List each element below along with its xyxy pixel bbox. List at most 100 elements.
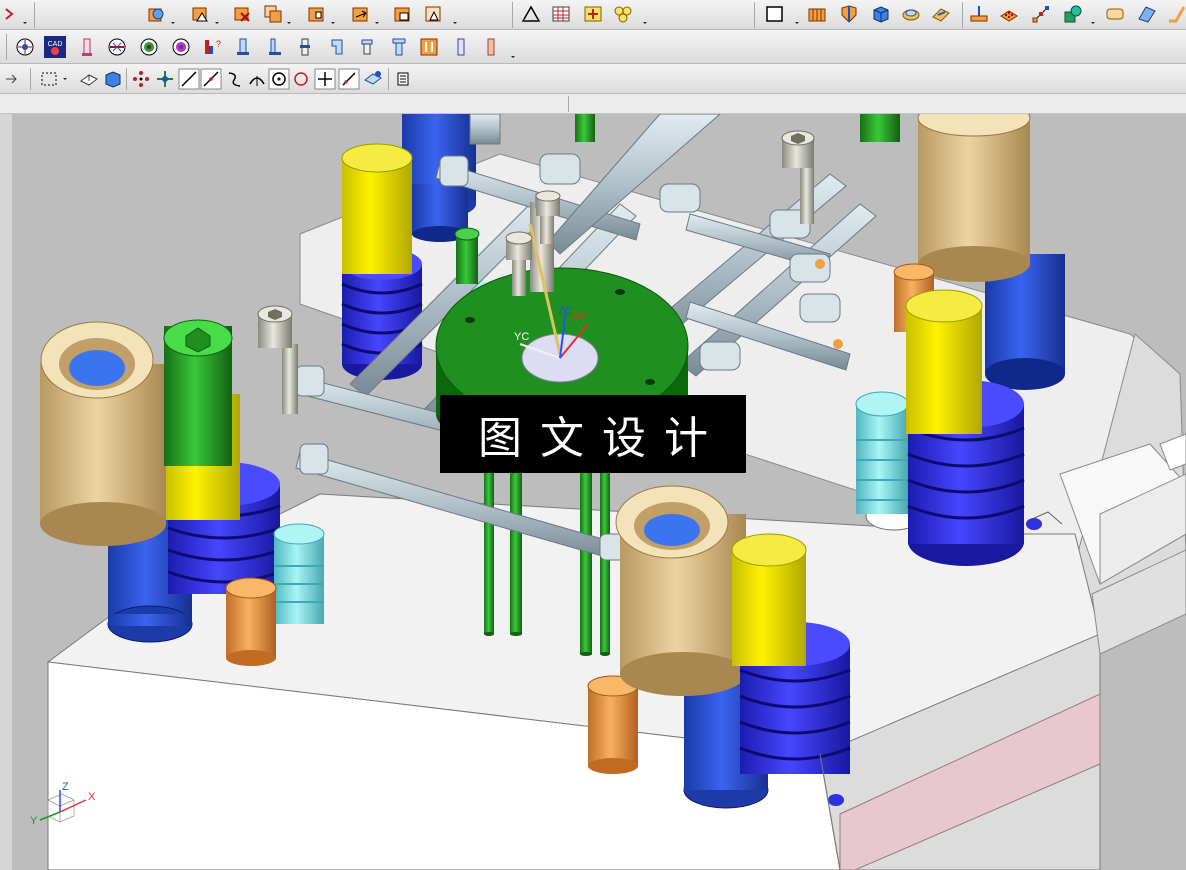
- ejector-pin-icon[interactable]: [76, 36, 98, 58]
- view-triad[interactable]: Z X Y: [28, 776, 108, 836]
- strip-divider: [568, 96, 569, 112]
- mold-assembly-model[interactable]: YC XC ZC: [0, 114, 1186, 870]
- triad-y-label: Y: [30, 815, 38, 827]
- watermark-banner: 图文设计: [440, 395, 746, 473]
- orange-pin[interactable]: [587, 675, 639, 774]
- snap-points-icon[interactable]: [130, 68, 152, 90]
- line-icon[interactable]: [200, 68, 222, 90]
- group-icon[interactable]: [612, 3, 634, 25]
- cad-icon[interactable]: CAD: [44, 36, 66, 58]
- triangle-icon[interactable]: [520, 3, 542, 25]
- fit-icon[interactable]: [78, 68, 100, 90]
- cube-icon[interactable]: [870, 3, 892, 25]
- toolbar-row-1: [0, 0, 1186, 30]
- triad-z-label: Z: [62, 781, 69, 793]
- chevron-down-icon[interactable]: [374, 4, 380, 26]
- svg-text:?: ?: [216, 39, 221, 49]
- arc-icon[interactable]: [224, 68, 246, 90]
- sketch-nodes-icon[interactable]: [1030, 3, 1052, 25]
- shape-icon[interactable]: [1062, 3, 1084, 25]
- table-icon[interactable]: [550, 3, 572, 25]
- toolbar-separator: [30, 68, 31, 90]
- green-bolt[interactable]: [454, 227, 480, 284]
- view-section-icon[interactable]: [2, 3, 24, 25]
- chevron-down-icon[interactable]: [330, 4, 336, 26]
- pocket-icon[interactable]: [388, 36, 410, 58]
- mate-component-icon[interactable]: [262, 3, 284, 25]
- orange-part-icon[interactable]: [480, 36, 502, 58]
- toolbar-separator: [34, 2, 35, 28]
- toolbar-separator: [512, 2, 513, 28]
- chevron-down-icon[interactable]: [642, 4, 648, 26]
- viewport-left-border: [0, 114, 12, 870]
- standard-part-icon[interactable]: [232, 36, 254, 58]
- grid-points-icon[interactable]: [998, 3, 1020, 25]
- move-icon[interactable]: [154, 68, 176, 90]
- reposition-icon[interactable]: [306, 3, 328, 25]
- ortho-icon[interactable]: [246, 68, 268, 90]
- orange-bars-icon[interactable]: [806, 3, 828, 25]
- zc-label: ZC: [558, 305, 573, 317]
- toolbar-separator: [126, 68, 127, 90]
- graphics-window[interactable]: YC XC ZC 图文设计 Z X Y: [0, 114, 1186, 870]
- sheen-icon[interactable]: [1136, 3, 1158, 25]
- toolbar-row-3: [0, 64, 1186, 94]
- gate-icon[interactable]: [138, 36, 160, 58]
- svg-text:CAD: CAD: [48, 41, 63, 48]
- circle-point-icon[interactable]: [268, 68, 290, 90]
- chevron-down-icon[interactable]: [794, 4, 800, 26]
- slider-icon[interactable]: [264, 36, 286, 58]
- chevron-down-icon[interactable]: [510, 38, 516, 60]
- lifter-icon[interactable]: [294, 36, 316, 58]
- chevron-down-icon[interactable]: [214, 4, 220, 26]
- corner-icon[interactable]: [1166, 3, 1186, 25]
- add-point-icon[interactable]: [582, 3, 604, 25]
- slash-icon[interactable]: [338, 68, 360, 90]
- rectangle-icon[interactable]: [764, 3, 786, 25]
- view-cube-icon[interactable]: [102, 68, 124, 90]
- toolbar-separator: [962, 2, 963, 28]
- replace-component-icon[interactable]: [232, 3, 254, 25]
- chevron-down-icon[interactable]: [286, 4, 292, 26]
- wave-link-icon[interactable]: [190, 3, 212, 25]
- assembly-icon[interactable]: [146, 3, 168, 25]
- drawing-icon[interactable]: [450, 36, 472, 58]
- orange-pin[interactable]: [225, 577, 277, 666]
- xc-label: XC: [572, 311, 587, 323]
- edit-face-icon[interactable]: [930, 3, 952, 25]
- chevron-down-icon[interactable]: [62, 68, 68, 90]
- select-box-icon[interactable]: [38, 68, 60, 90]
- datum-icon[interactable]: [968, 3, 990, 25]
- clone-icon[interactable]: [422, 3, 444, 25]
- yc-label: YC: [514, 331, 529, 343]
- chevron-down-icon[interactable]: [1090, 4, 1096, 26]
- arrow-icon[interactable]: [0, 68, 17, 90]
- runner-icon[interactable]: [170, 36, 192, 58]
- electrode-icon[interactable]: ?: [200, 36, 222, 58]
- line-icon[interactable]: [178, 68, 200, 90]
- chevron-down-icon[interactable]: [452, 4, 458, 26]
- triad-x-label: X: [88, 791, 96, 803]
- sprue-icon[interactable]: [326, 36, 348, 58]
- measure-icon[interactable]: [362, 68, 384, 90]
- cooling-icon[interactable]: [106, 36, 128, 58]
- status-strip: [0, 94, 1186, 114]
- triad-x-axis: [59, 799, 87, 813]
- mold-wizard-icon[interactable]: [14, 36, 36, 58]
- watermark-text: 图文设计: [478, 413, 726, 464]
- bom-icon[interactable]: [418, 36, 440, 58]
- chevron-down-icon[interactable]: [170, 4, 176, 26]
- shield-icon[interactable]: [838, 3, 860, 25]
- pad-icon[interactable]: [900, 3, 922, 25]
- toolbar-separator: [754, 2, 755, 28]
- toolbar-grip: [6, 34, 7, 60]
- sheet-icon[interactable]: [392, 68, 414, 90]
- chevron-down-icon[interactable]: [22, 4, 28, 26]
- stop-button-left[interactable]: [273, 523, 325, 624]
- cross-icon[interactable]: [314, 68, 336, 90]
- clone-icon[interactable]: [392, 3, 414, 25]
- surface-icon[interactable]: [1104, 3, 1126, 25]
- explode-icon[interactable]: [350, 3, 372, 25]
- circle-icon[interactable]: [290, 68, 312, 90]
- insert-icon[interactable]: [356, 36, 378, 58]
